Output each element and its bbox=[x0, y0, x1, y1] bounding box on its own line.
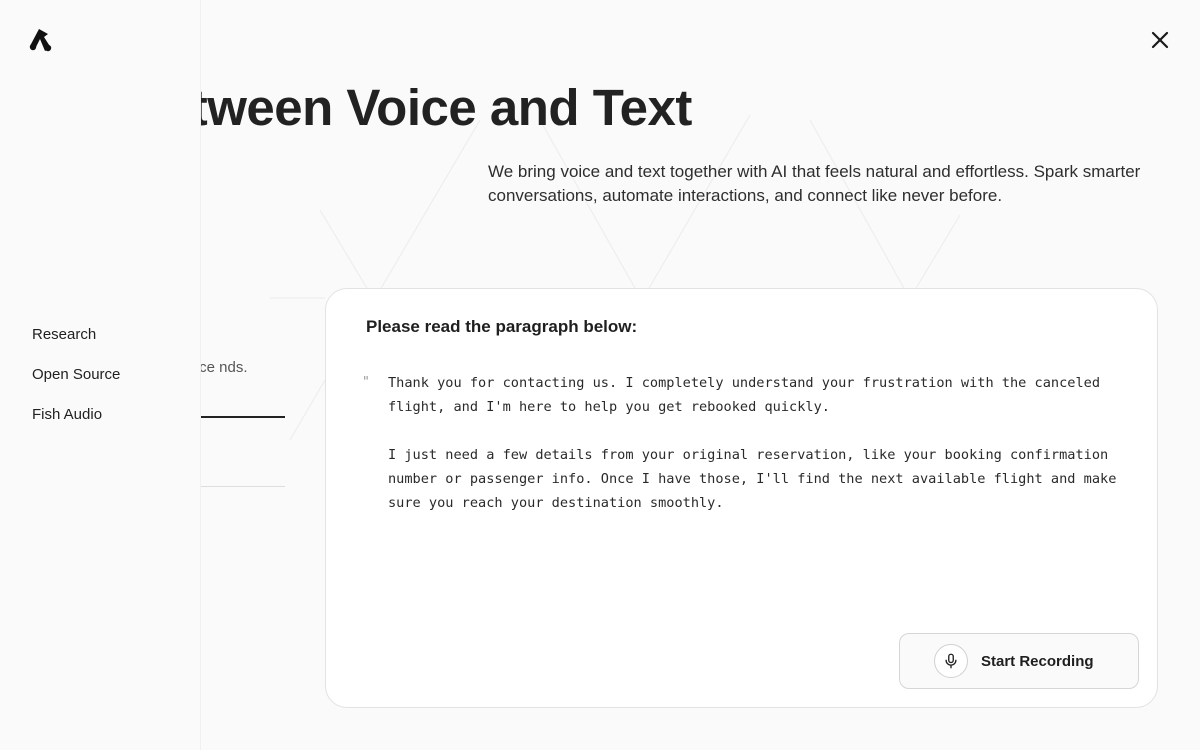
sidebar-item-research[interactable]: Research bbox=[32, 324, 120, 364]
reading-text: Thank you for contacting us. I completel… bbox=[388, 371, 1128, 539]
fish-audio-logo-icon[interactable] bbox=[27, 28, 53, 52]
close-icon[interactable] bbox=[1148, 28, 1172, 52]
hero-subtitle: We bring voice and text together with AI… bbox=[488, 162, 1141, 205]
sidebar-nav: Research Open Source Fish Audio bbox=[32, 324, 120, 444]
card-title: Please read the paragraph below: bbox=[366, 317, 638, 336]
reading-paragraph: Thank you for contacting us. I completel… bbox=[388, 375, 1101, 415]
page: k Between Voice and Text We bring voice … bbox=[0, 0, 1200, 750]
quote-mark-icon: " bbox=[362, 375, 370, 390]
microphone-icon bbox=[934, 644, 968, 678]
sidebar-item-fish-audio[interactable]: Fish Audio bbox=[32, 404, 120, 444]
start-recording-button[interactable]: Start Recording bbox=[899, 633, 1139, 689]
read-paragraph-card: Please read the paragraph below: " Thank… bbox=[325, 288, 1158, 708]
sidebar: Research Open Source Fish Audio bbox=[0, 0, 201, 750]
reading-paragraph: I just need a few details from your orig… bbox=[388, 447, 1117, 511]
start-recording-label: Start Recording bbox=[981, 652, 1094, 670]
sidebar-item-open-source[interactable]: Open Source bbox=[32, 364, 120, 404]
